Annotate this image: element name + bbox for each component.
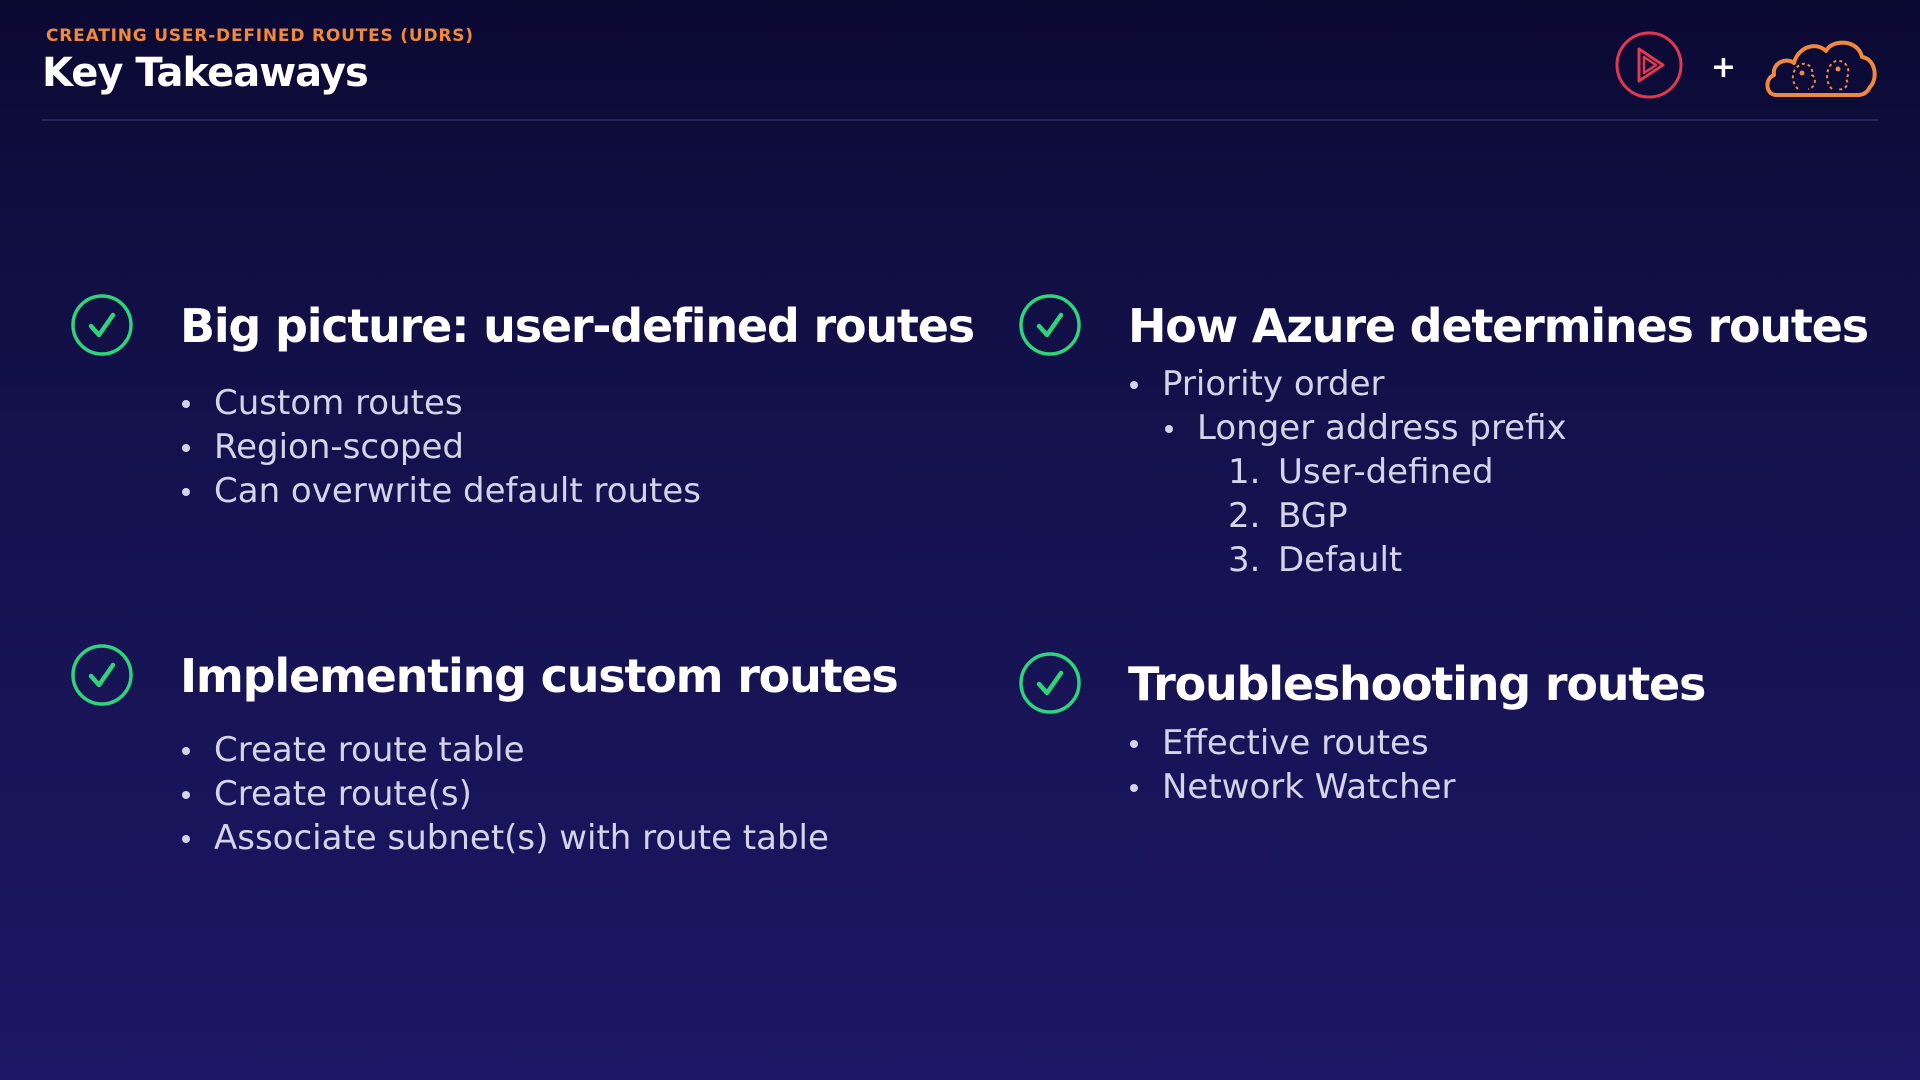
cloud-brain-icon: [1762, 29, 1878, 105]
check-circle-icon: [1019, 294, 1081, 356]
section-heading: How Azure determines routes: [1128, 299, 1869, 353]
brand-logos: +: [1613, 28, 1878, 106]
bullet-list: Priority order: [1128, 362, 1384, 406]
list-item: Priority order: [1128, 362, 1384, 406]
list-item: 2. BGP: [1228, 494, 1494, 538]
section-eyebrow: CREATING USER-DEFINED ROUTES (UDRS): [46, 26, 474, 46]
list-item: Region-scoped: [180, 425, 701, 469]
header-divider: [42, 119, 1878, 121]
list-item: Network Watcher: [1128, 765, 1456, 809]
list-text: BGP: [1278, 496, 1348, 536]
bullet-list: Custom routes Region-scoped Can overwrit…: [180, 381, 701, 513]
list-text: Default: [1278, 540, 1403, 580]
list-item: Create route(s): [180, 772, 829, 816]
bullet-list: Create route table Create route(s) Assoc…: [180, 728, 829, 860]
section-heading: Implementing custom routes: [180, 649, 899, 703]
check-circle-icon: [71, 644, 133, 706]
list-item: Custom routes: [180, 381, 701, 425]
list-number: 3.: [1228, 540, 1261, 580]
list-item: Can overwrite default routes: [180, 469, 701, 513]
list-item: Associate subnet(s) with route table: [180, 816, 829, 860]
play-logo-icon: [1613, 29, 1685, 105]
section-heading: Troubleshooting routes: [1128, 657, 1706, 711]
plus-sign: +: [1710, 49, 1736, 85]
sub-bullet-list: Longer address prefix: [1163, 406, 1567, 450]
check-circle-icon: [1019, 652, 1081, 714]
section-heading: Big picture: user-defined routes: [180, 299, 975, 353]
list-number: 1.: [1228, 452, 1261, 492]
list-item: 3. Default: [1228, 538, 1494, 582]
check-circle-icon: [71, 294, 133, 356]
ordered-list: 1. User-defined 2. BGP 3. Default: [1228, 450, 1494, 582]
list-number: 2.: [1228, 496, 1261, 536]
page-title: Key Takeaways: [42, 50, 369, 96]
list-item: Longer address prefix: [1163, 406, 1567, 450]
list-text: User-defined: [1278, 452, 1494, 492]
list-item: Effective routes: [1128, 721, 1456, 765]
list-item: Create route table: [180, 728, 829, 772]
list-item: 1. User-defined: [1228, 450, 1494, 494]
bullet-list: Effective routes Network Watcher: [1128, 721, 1456, 809]
